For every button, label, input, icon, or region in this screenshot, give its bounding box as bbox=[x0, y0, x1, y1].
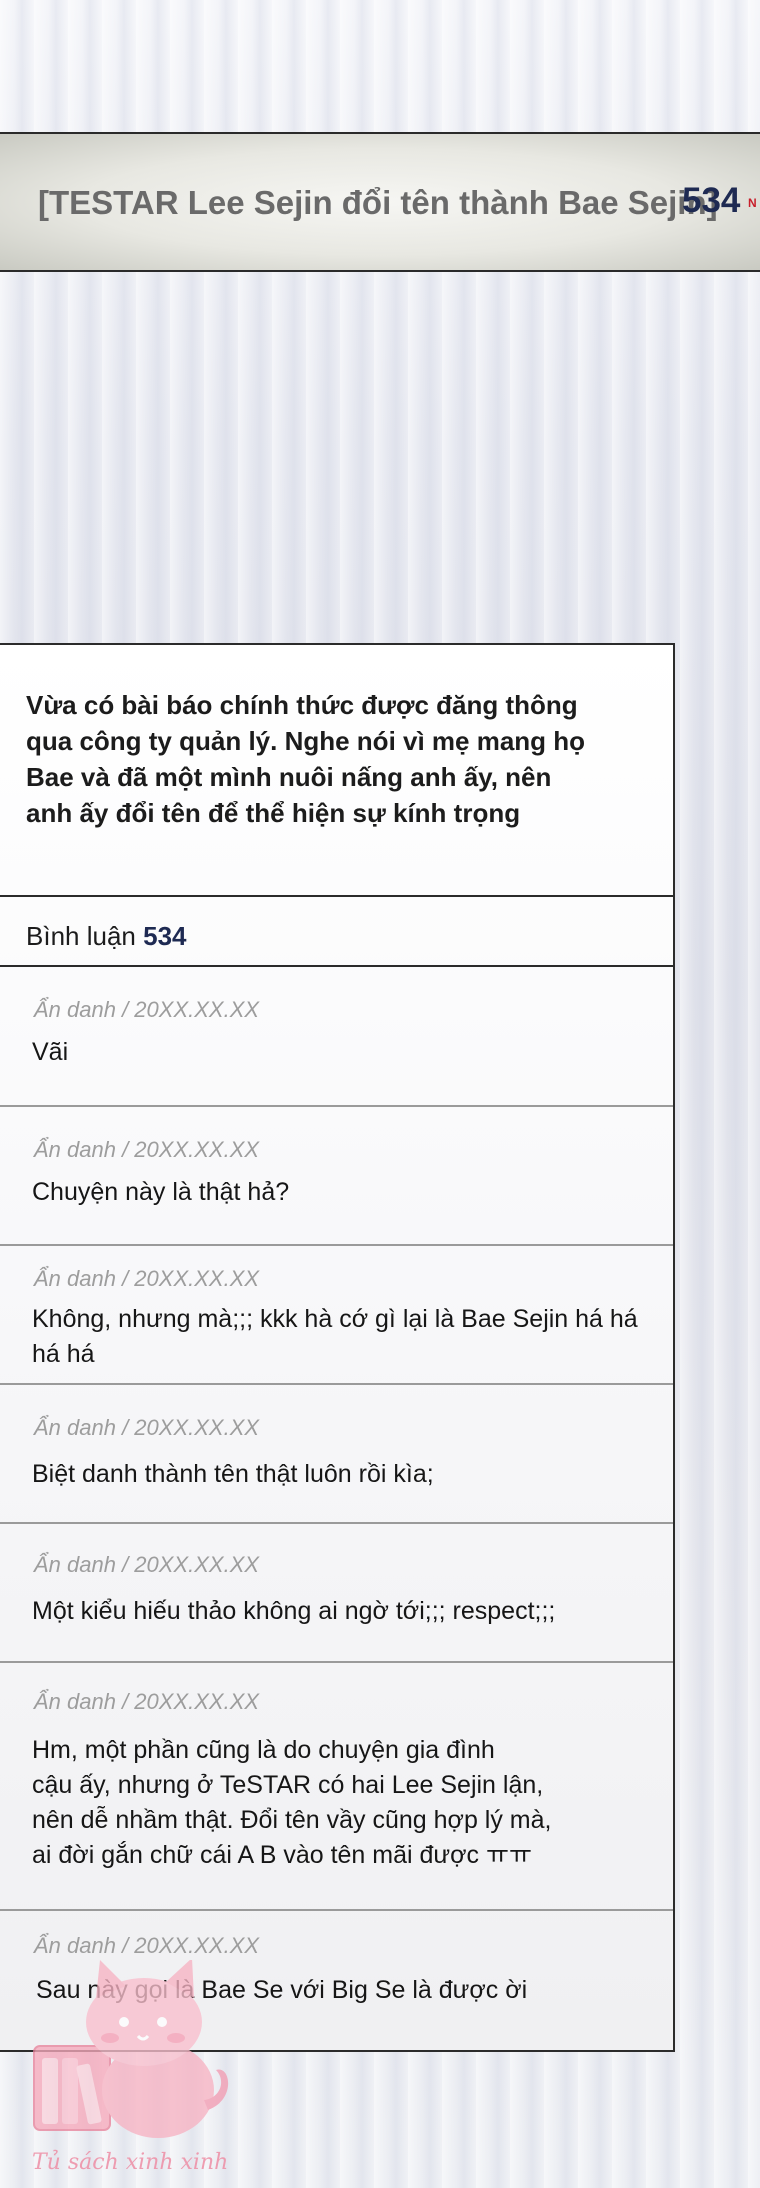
post-comment-count: 534 bbox=[682, 181, 741, 220]
comments-header-label: Bình luận 534 bbox=[26, 921, 187, 951]
watermark-text: Tủ sách xinh xinh bbox=[32, 2150, 229, 2175]
comment-meta: Ẩn danh / 20XX.XX.XX bbox=[34, 997, 260, 1022]
comment-item[interactable]: Ẩn danh / 20XX.XX.XX Một kiểu hiếu thảo … bbox=[0, 1524, 673, 1663]
article-panel: Vừa có bài báo chính thức được đăng thôn… bbox=[0, 643, 675, 2052]
comment-text: Chuyện này là thật hả? bbox=[32, 1178, 290, 1206]
comment-meta: Ẩn danh / 20XX.XX.XX bbox=[34, 1137, 260, 1162]
comment-item[interactable]: Ẩn danh / 20XX.XX.XX Không, nhưng mà;;; … bbox=[0, 1246, 673, 1385]
comment-item[interactable]: Ẩn danh / 20XX.XX.XX Chuyện này là thật … bbox=[0, 1107, 673, 1246]
comment-text: Hm, một phần cũng là do chuyện gia đình … bbox=[32, 1736, 552, 1869]
comment-meta: Ẩn danh / 20XX.XX.XX bbox=[34, 1933, 260, 1958]
new-badge: N bbox=[748, 196, 757, 210]
pink-cat-bookshelf-icon bbox=[33, 1958, 229, 2138]
comments-header[interactable]: Bình luận 534 bbox=[0, 897, 673, 967]
comment-item[interactable]: Ẩn danh / 20XX.XX.XX Vãi bbox=[0, 967, 673, 1107]
comment-meta: Ẩn danh / 20XX.XX.XX bbox=[34, 1266, 260, 1291]
comment-item[interactable]: Ẩn danh / 20XX.XX.XX Hm, một phần cũng l… bbox=[0, 1663, 673, 1911]
comment-text: Một kiểu hiếu thảo không ai ngờ tới;;; r… bbox=[32, 1597, 556, 1625]
comments-count: 534 bbox=[143, 921, 187, 951]
comment-meta: Ẩn danh / 20XX.XX.XX bbox=[34, 1415, 260, 1440]
comment-text: Vãi bbox=[32, 1038, 69, 1066]
watermark-logo: Tủ sách xinh xinh bbox=[26, 1958, 236, 2185]
article-body: Vừa có bài báo chính thức được đăng thôn… bbox=[0, 645, 673, 897]
comment-text: Không, nhưng mà;;; kkk hà cớ gì lại là B… bbox=[32, 1305, 638, 1368]
comment-meta: Ẩn danh / 20XX.XX.XX bbox=[34, 1689, 260, 1714]
article-text: Vừa có bài báo chính thức được đăng thôn… bbox=[26, 687, 626, 831]
post-title: [TESTAR Lee Sejin đổi tên thành Bae Seji… bbox=[38, 184, 718, 221]
post-title-bar: [TESTAR Lee Sejin đổi tên thành Bae Seji… bbox=[0, 132, 760, 272]
article-line: Bae và đã một mình nuôi nấng anh ấy, nên bbox=[26, 762, 552, 792]
article-line: qua công ty quản lý. Nghe nói vì mẹ mang… bbox=[26, 726, 586, 756]
article-line: anh ấy đổi tên để thể hiện sự kính trọng bbox=[26, 798, 521, 828]
comment-text: Biệt danh thành tên thật luôn rồi kìa; bbox=[32, 1460, 434, 1488]
article-line: Vừa có bài báo chính thức được đăng thôn… bbox=[26, 690, 578, 720]
comment-meta: Ẩn danh / 20XX.XX.XX bbox=[34, 1552, 260, 1577]
comment-item[interactable]: Ẩn danh / 20XX.XX.XX Biệt danh thành tên… bbox=[0, 1385, 673, 1524]
